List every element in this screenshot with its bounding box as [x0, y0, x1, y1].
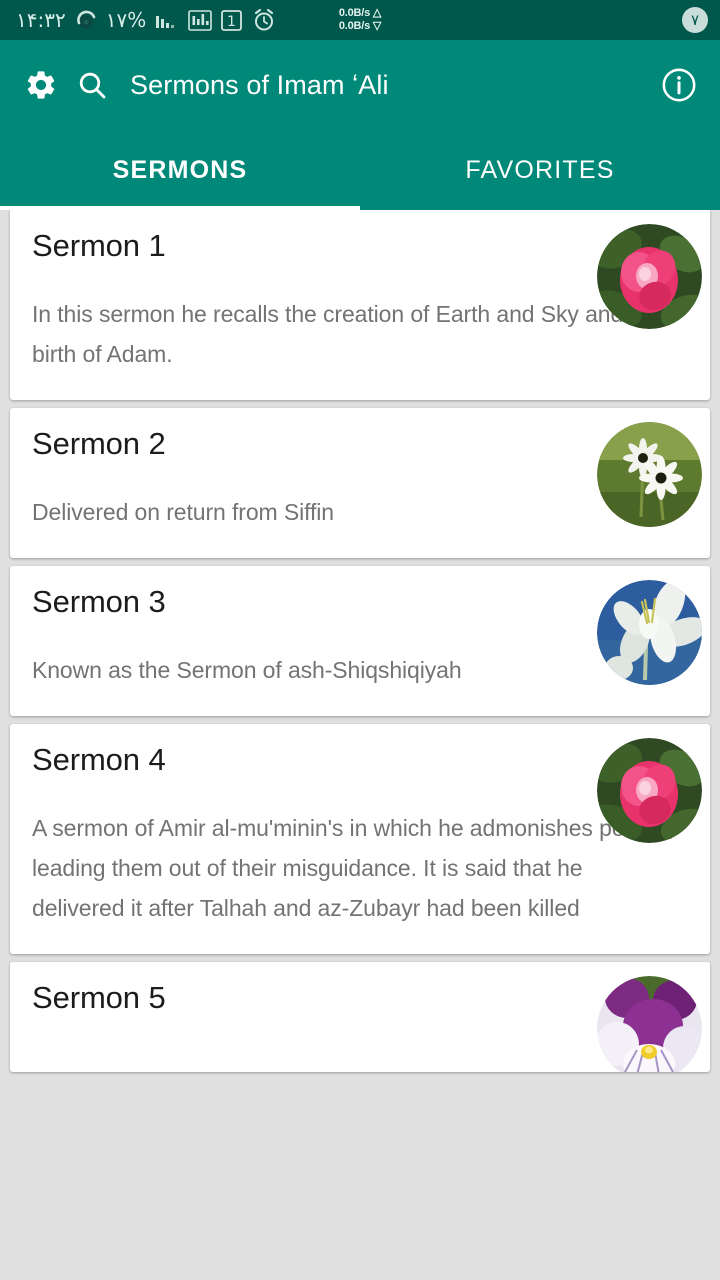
sermon-description: In this sermon he recalls the creation o…	[32, 301, 662, 367]
pink-rose-photo	[597, 224, 702, 329]
network-download-speed: 0.0B/s ▽	[338, 20, 382, 32]
gear-icon[interactable]	[24, 68, 58, 102]
purple-pansy-photo	[597, 976, 702, 1072]
info-icon[interactable]	[660, 66, 698, 104]
list-item[interactable]: Sermon 2 Delivered on return from Siffin	[10, 408, 710, 558]
app-bar-right	[660, 66, 698, 104]
page-title: Sermons of Imam ʻAli	[130, 69, 389, 100]
tab-sermons[interactable]: SERMONS	[0, 130, 360, 210]
list-item[interactable]: Sermon 1 In this sermon he recalls the c…	[10, 210, 710, 400]
data-usage-icon	[188, 9, 213, 31]
sim-one-icon: 1	[221, 9, 243, 31]
sermon-description: Known as the Sermon of ash-Shiqshiqiyah	[32, 657, 462, 683]
tab-bar: SERMONS FAVORITES	[0, 130, 720, 210]
white-lily-photo	[597, 580, 702, 685]
battery-percent: ١٧%	[105, 8, 147, 32]
search-icon[interactable]	[76, 69, 108, 101]
tab-favorites[interactable]: FAVORITES	[360, 130, 720, 210]
alarm-clock-icon	[251, 8, 277, 32]
svg-text:1: 1	[227, 14, 236, 30]
sermon-title: Sermon 2	[32, 426, 166, 461]
sermon-title: Sermon 5	[32, 980, 166, 1015]
sermon-title: Sermon 4	[32, 742, 166, 777]
notification-badge: ٧	[682, 7, 708, 33]
sermon-description: A sermon of Amir al-mu'minin's in which …	[32, 815, 674, 921]
speedometer-icon	[75, 10, 97, 30]
network-speed-indicator: 0.0B/s △ 0.0B/s ▽	[338, 7, 382, 33]
sermon-description: Delivered on return from Siffin	[32, 499, 334, 525]
app-bar-left: Sermons of Imam ʻAli	[24, 68, 660, 102]
list-item[interactable]: Sermon 3 Known as the Sermon of ash-Shiq…	[10, 566, 710, 716]
status-bar-left: ١۴:٣٢ ١٧% 1	[16, 8, 277, 32]
list-item[interactable]: Sermon 5	[10, 962, 710, 1072]
sermon-list[interactable]: Sermon 1 In this sermon he recalls the c…	[0, 210, 720, 1280]
signal-bars-icon	[155, 10, 179, 30]
status-bar: ١۴:٣٢ ١٧% 1 0.0B/s △ 0.0B/s ▽ ٧	[0, 0, 720, 40]
list-item[interactable]: Sermon 4 A sermon of Amir al-mu'minin's …	[10, 724, 710, 954]
sermon-title: Sermon 3	[32, 584, 166, 619]
status-bar-right: ٧	[682, 7, 708, 33]
app-bar: Sermons of Imam ʻAli	[0, 40, 720, 130]
status-time: ١۴:٣٢	[16, 8, 66, 32]
pink-rose-photo	[597, 738, 702, 843]
white-daisies-photo	[597, 422, 702, 527]
sermon-title: Sermon 1	[32, 228, 166, 263]
network-upload-speed: 0.0B/s △	[338, 7, 382, 19]
